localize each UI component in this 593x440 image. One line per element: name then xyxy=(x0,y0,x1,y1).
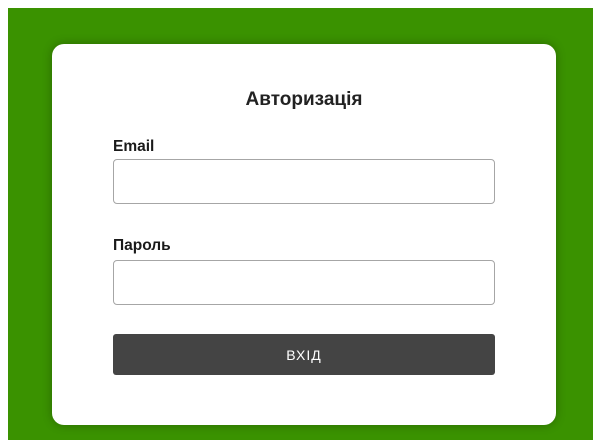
password-label: Пароль xyxy=(113,237,171,254)
page-title: Авторизація xyxy=(245,89,363,110)
login-card: Авторизація Email Пароль ВХІД xyxy=(52,44,556,425)
email-field[interactable] xyxy=(113,159,495,204)
login-button[interactable]: ВХІД xyxy=(113,334,495,375)
password-field[interactable] xyxy=(113,260,495,305)
email-label: Email xyxy=(113,138,155,155)
